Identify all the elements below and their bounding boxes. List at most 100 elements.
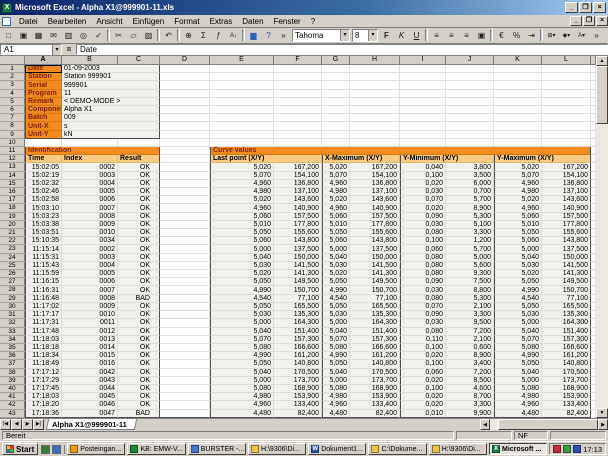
x-max-y-cell[interactable]: 153,900 (350, 393, 400, 401)
info-label-cell[interactable]: Program (25, 90, 62, 98)
x-max-x-cell[interactable]: 5,060 (322, 213, 350, 221)
empty-cell[interactable] (400, 90, 446, 98)
empty-cell[interactable] (160, 410, 210, 418)
empty-cell[interactable] (210, 106, 274, 114)
empty-cell[interactable] (160, 311, 210, 319)
empty-cell[interactable] (494, 114, 542, 122)
x-max-y-cell[interactable]: 177,800 (350, 221, 400, 229)
empty-cell[interactable] (350, 65, 400, 73)
last-point-x-cell[interactable]: 5,050 (210, 303, 274, 311)
y-max-y-cell[interactable]: 150,000 (542, 254, 591, 262)
x-max-y-cell[interactable]: 133,400 (350, 401, 400, 409)
sort-ascending-icon[interactable]: A↓ (226, 29, 241, 43)
y-max-x-cell[interactable]: 4,540 (494, 295, 542, 303)
x-max-x-cell[interactable]: 5,040 (322, 369, 350, 377)
last-point-x-cell[interactable]: 5,000 (210, 377, 274, 385)
empty-cell[interactable] (400, 131, 446, 139)
empty-cell[interactable] (160, 65, 210, 73)
row-header-32[interactable]: 32 (0, 319, 25, 327)
y-max-x-cell[interactable]: 5,070 (494, 336, 542, 344)
y-min-y-cell[interactable]: 5,000 (446, 254, 494, 262)
y-min-x-cell[interactable]: 0,080 (400, 254, 446, 262)
result-cell[interactable]: OK (118, 385, 160, 393)
x-max-x-cell[interactable]: 5,080 (322, 385, 350, 393)
y-max-y-cell[interactable]: 150,700 (542, 286, 591, 294)
italic-button[interactable]: K (394, 29, 409, 43)
y-min-y-cell[interactable]: 8,500 (446, 377, 494, 385)
index-cell[interactable]: 0016 (62, 360, 118, 368)
index-cell[interactable]: 0008 (62, 295, 118, 303)
x-max-y-cell[interactable]: 167,200 (350, 163, 400, 171)
empty-cell[interactable] (542, 98, 591, 106)
empty-cell[interactable] (400, 98, 446, 106)
time-cell[interactable]: 17:17:12 (25, 369, 62, 377)
last-point-y-cell[interactable]: 154,100 (274, 172, 322, 180)
help-icon[interactable]: ? (261, 29, 276, 43)
y-min-x-cell[interactable]: 0,080 (400, 328, 446, 336)
x-max-x-cell[interactable]: 4,980 (322, 188, 350, 196)
empty-cell[interactable] (322, 81, 350, 89)
y-min-x-cell[interactable]: 0,100 (400, 344, 446, 352)
empty-cell[interactable] (274, 73, 322, 81)
last-point-y-cell[interactable]: 153,900 (274, 393, 322, 401)
empty-cell[interactable] (400, 73, 446, 81)
empty-cell[interactable] (322, 114, 350, 122)
y-max-y-cell[interactable]: 177,800 (542, 221, 591, 229)
last-point-y-cell[interactable]: 143,600 (274, 196, 322, 204)
last-point-x-cell[interactable]: 5,050 (210, 360, 274, 368)
doc-restore-button[interactable]: ❐ (583, 16, 595, 26)
restore-button[interactable]: ❐ (579, 2, 592, 13)
empty-cell[interactable] (160, 393, 210, 401)
y-max-y-cell[interactable]: 151,400 (542, 328, 591, 336)
last-point-y-cell[interactable]: 143,800 (274, 237, 322, 245)
index-cell[interactable]: 0005 (62, 188, 118, 196)
x-max-x-cell[interactable]: 5,050 (322, 303, 350, 311)
empty-cell[interactable] (160, 221, 210, 229)
last-point-y-cell[interactable]: 161,200 (274, 352, 322, 360)
y-min-x-cell[interactable]: 0,090 (400, 311, 446, 319)
scroll-right-icon[interactable]: ▶ (598, 419, 608, 430)
x-max-x-cell[interactable]: 5,040 (322, 254, 350, 262)
row-header-4[interactable]: 4 (0, 90, 25, 98)
row-header-19[interactable]: 19 (0, 213, 25, 221)
result-cell[interactable]: OK (118, 286, 160, 294)
index-cell[interactable]: 0003 (62, 172, 118, 180)
time-cell[interactable]: 11:16:48 (25, 295, 62, 303)
y-max-x-cell[interactable]: 5,020 (494, 196, 542, 204)
empty-cell[interactable] (446, 114, 494, 122)
last-point-y-cell[interactable]: 168,900 (274, 385, 322, 393)
align-left-icon[interactable]: ≡ (429, 29, 444, 43)
x-max-x-cell[interactable]: 5,070 (322, 336, 350, 344)
chevron-down-icon[interactable]: ▾ (368, 30, 377, 41)
last-point-x-cell[interactable]: 5,080 (210, 385, 274, 393)
column-header-I[interactable]: I (400, 56, 446, 65)
time-cell[interactable]: 11:18:49 (25, 360, 62, 368)
x-max-y-cell[interactable]: 150,700 (350, 286, 400, 294)
last-point-x-cell[interactable]: 4,960 (210, 204, 274, 212)
row-header-25[interactable]: 25 (0, 262, 25, 270)
save-icon[interactable]: ▦ (31, 29, 46, 43)
empty-cell[interactable] (160, 319, 210, 327)
fill-color-icon[interactable]: ◆▾ (559, 29, 574, 43)
taskbar-item[interactable]: C:\Dokume... (368, 443, 426, 455)
result-cell[interactable]: OK (118, 254, 160, 262)
y-max-x-cell[interactable]: 5,030 (494, 311, 542, 319)
mail-icon[interactable]: ✉ (46, 29, 61, 43)
autosum-icon[interactable]: Σ (196, 29, 211, 43)
y-max-x-cell[interactable]: 5,040 (494, 328, 542, 336)
info-label-cell[interactable]: Component (25, 106, 62, 114)
index-cell[interactable]: 0005 (62, 270, 118, 278)
y-min-y-cell[interactable]: 0,700 (446, 188, 494, 196)
empty-cell[interactable] (160, 73, 210, 81)
tray-network-icon[interactable] (563, 445, 571, 453)
y-max-x-cell[interactable]: 5,020 (494, 163, 542, 171)
index-cell[interactable]: 0012 (62, 328, 118, 336)
y-max-y-cell[interactable]: 137,100 (542, 188, 591, 196)
last-point-y-cell[interactable]: 150,700 (274, 286, 322, 294)
y-max-y-cell[interactable]: 157,300 (542, 336, 591, 344)
empty-cell[interactable] (446, 65, 494, 73)
last-point-x-cell[interactable]: 5,040 (210, 254, 274, 262)
last-point-x-cell[interactable]: 5,000 (210, 245, 274, 253)
y-min-x-cell[interactable]: 0,020 (400, 352, 446, 360)
index-cell[interactable]: 0004 (62, 180, 118, 188)
